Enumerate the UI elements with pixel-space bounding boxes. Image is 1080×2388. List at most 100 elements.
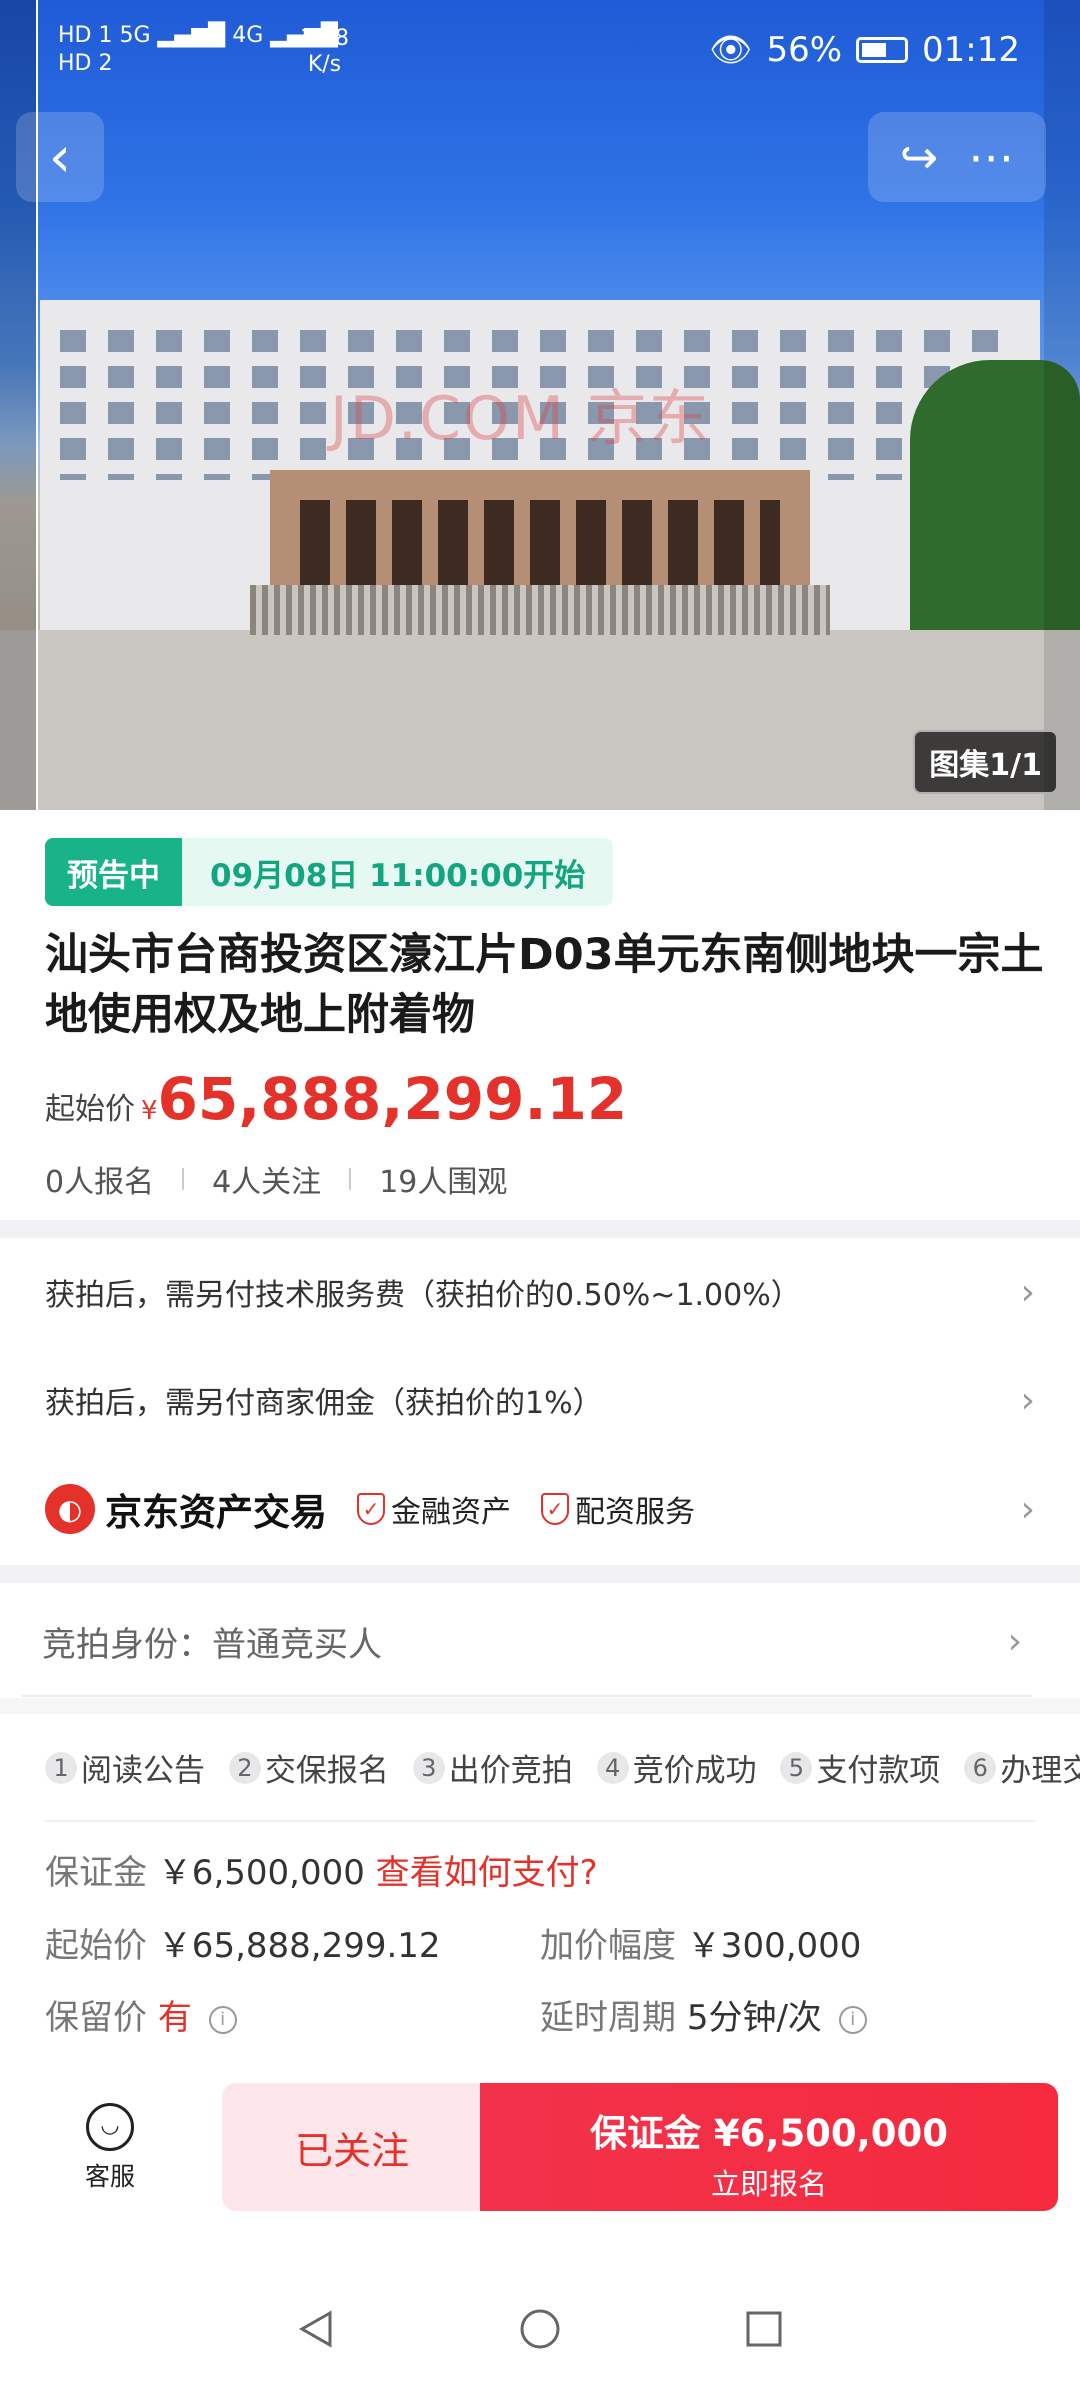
- more-icon[interactable]: ⋯: [968, 130, 1014, 184]
- chevron-right-icon: ›: [1020, 1379, 1035, 1421]
- step-item: 6办理交割: [964, 1745, 1080, 1790]
- info-icon[interactable]: i: [208, 2005, 237, 2034]
- back-button[interactable]: ‹: [16, 112, 104, 202]
- battery-icon: [856, 37, 909, 63]
- shield-check-icon: ✓: [541, 1493, 569, 1525]
- step-item: 1 阅读公告: [45, 1745, 205, 1790]
- step-label: 办理交割: [1000, 1753, 1080, 1789]
- view-count: 19人围观: [379, 1165, 508, 1200]
- increment-value: ￥300,000: [686, 1926, 862, 1966]
- follow-button[interactable]: 已关注: [222, 2083, 482, 2211]
- next-image-edge: [1044, 0, 1080, 810]
- price-label: 起始价: [45, 1092, 135, 1127]
- divider: [182, 1168, 185, 1190]
- start-price-label: 起始价: [45, 1926, 147, 1966]
- delay-label: 延时周期: [540, 1998, 676, 2038]
- badge-funding: ✓ 配资服务: [541, 1487, 695, 1531]
- increment-row: 加价幅度 ￥300,000: [540, 1918, 861, 1967]
- badge-financial: ✓ 金融资产: [357, 1487, 511, 1531]
- listing-title: 汕头市台商投资区濠江片D03单元东南侧地块一宗土地使用权及地上附着物: [45, 930, 1044, 1040]
- network-speed: 17.8 K/s: [300, 26, 349, 78]
- start-price-value: ￥65,888,299.12: [157, 1926, 441, 1966]
- speed-unit: K/s: [307, 52, 342, 77]
- speed-value: 17.8: [300, 26, 349, 51]
- sim1-label: HD 1: [58, 23, 113, 48]
- nav-home-icon[interactable]: [518, 2307, 562, 2351]
- customer-service-button[interactable]: ◡ 客服: [60, 2103, 160, 2193]
- watermark: JD.COM 京东: [330, 384, 711, 454]
- step-number: 6: [964, 1751, 997, 1784]
- divider: [45, 1820, 1035, 1822]
- deposit-label: 保证金: [45, 1853, 147, 1893]
- chevron-right-icon: ›: [1007, 1620, 1022, 1662]
- price-currency: ¥: [141, 1096, 158, 1126]
- auction-status: 预告中 09月08日 11:00:00开始: [45, 838, 614, 906]
- chevron-right-icon: ›: [1020, 1271, 1035, 1313]
- deposit-row: 保证金 ￥6,500,000 查看如何支付?: [45, 1845, 598, 1894]
- chevron-right-icon: ›: [1020, 1488, 1035, 1530]
- nav-back-icon[interactable]: [294, 2307, 338, 2351]
- section-gap: [0, 1565, 1080, 1583]
- customer-service-label: 客服: [84, 2162, 135, 2191]
- seller-row[interactable]: ◐ 京东资产交易 ✓ 金融资产 ✓ 配资服务 ›: [45, 1476, 1035, 1542]
- net1-label: 5G: [119, 23, 151, 48]
- delay-row: 延时周期 5分钟/次 i: [540, 1990, 867, 2039]
- step-item: 4 竞价成功: [596, 1745, 757, 1790]
- signup-button[interactable]: 保证金 ¥6,500,000 立即报名: [480, 2083, 1058, 2211]
- top-actions: ↪ ⋯: [868, 112, 1046, 202]
- how-to-pay-link[interactable]: 查看如何支付?: [376, 1853, 598, 1893]
- divider: [349, 1168, 352, 1190]
- auction-steps: 1阅读公告 2交保报名 3出价竞拍 4竞价成功 5支付款项 6办理交割: [45, 1745, 1080, 1790]
- seller-name: 京东资产交易: [105, 1491, 327, 1534]
- status-bar: HD 1 5G ▂▄▆█ 4G ▂▄▆█ HD 2 17.8 K/s 👁 56%…: [0, 0, 1080, 110]
- stats-row: 0人报名 4人关注 19人围观: [45, 1157, 507, 1201]
- step-label: 阅读公告: [81, 1753, 205, 1789]
- follow-count: 4人关注: [212, 1165, 322, 1200]
- start-time: 09月08日 11:00:00开始: [182, 838, 614, 906]
- start-price: 起始价 ¥ 65,888,299.12: [45, 1065, 627, 1133]
- step-label: 出价竞拍: [448, 1753, 573, 1789]
- identity-text: 竞拍身份：普通竞买人: [42, 1624, 382, 1665]
- smile-icon: ◡: [86, 2103, 134, 2151]
- step-number: 3: [412, 1751, 445, 1784]
- step-item: 5 支付款项: [780, 1745, 940, 1790]
- step-number: 5: [780, 1751, 813, 1784]
- step-item: 3 出价竞拍: [412, 1745, 573, 1790]
- badge-financial-label: 金融资产: [391, 1495, 511, 1530]
- chevron-left-icon: ‹: [48, 124, 72, 190]
- reserve-value: 有: [157, 1998, 192, 2038]
- step-label: 支付款项: [816, 1753, 941, 1789]
- nav-recents-icon[interactable]: [742, 2307, 786, 2351]
- reserve-label: 保留价: [45, 1998, 147, 2038]
- start-price-row: 起始价 ￥65,888,299.12: [45, 1918, 441, 1967]
- increment-label: 加价幅度: [540, 1926, 676, 1966]
- share-icon[interactable]: ↪: [900, 130, 939, 184]
- clock: 01:12: [922, 30, 1020, 70]
- step-number: 4: [596, 1751, 629, 1784]
- commission-text: 获拍后，需另付商家佣金（获拍价的1%）: [45, 1386, 603, 1421]
- step-label: 竞价成功: [632, 1753, 757, 1789]
- sim2-label: HD 2: [58, 51, 113, 76]
- eye-icon: 👁: [709, 30, 753, 70]
- reserve-row: 保留价 有 i: [45, 1990, 237, 2039]
- bidder-identity-row[interactable]: 竞拍身份：普通竞买人 ›: [22, 1587, 1032, 1697]
- commission-row[interactable]: 获拍后，需另付商家佣金（获拍价的1%） ›: [45, 1370, 1035, 1430]
- gallery-counter[interactable]: 图集1/1: [913, 730, 1058, 794]
- jd-logo-icon: ◐: [45, 1484, 95, 1534]
- status-right: 👁 56% 01:12: [709, 30, 1020, 70]
- section-gap: [0, 1698, 1080, 1714]
- delay-value: 5分钟/次: [686, 1998, 822, 2038]
- seller-info: ◐ 京东资产交易 ✓ 金融资产 ✓ 配资服务: [45, 1482, 695, 1536]
- tech-fee-row[interactable]: 获拍后，需另付技术服务费（获拍价的0.50%~1.00%） ›: [45, 1262, 1035, 1322]
- step-number: 2: [228, 1751, 261, 1784]
- section-gap: [0, 1220, 1080, 1238]
- deposit-value: ￥6,500,000: [157, 1853, 365, 1893]
- step-label: 交保报名: [264, 1753, 389, 1789]
- info-icon[interactable]: i: [838, 2005, 867, 2034]
- signup-label: 立即报名: [710, 2167, 827, 2201]
- gate: [250, 585, 830, 635]
- shield-check-icon: ✓: [357, 1493, 385, 1525]
- bottom-action-bar: ◡ 客服 已关注 保证金 ¥6,500,000 立即报名: [0, 2065, 1080, 2225]
- battery-percent: 56%: [766, 30, 843, 70]
- tech-fee-text: 获拍后，需另付技术服务费（获拍价的0.50%~1.00%）: [45, 1278, 801, 1313]
